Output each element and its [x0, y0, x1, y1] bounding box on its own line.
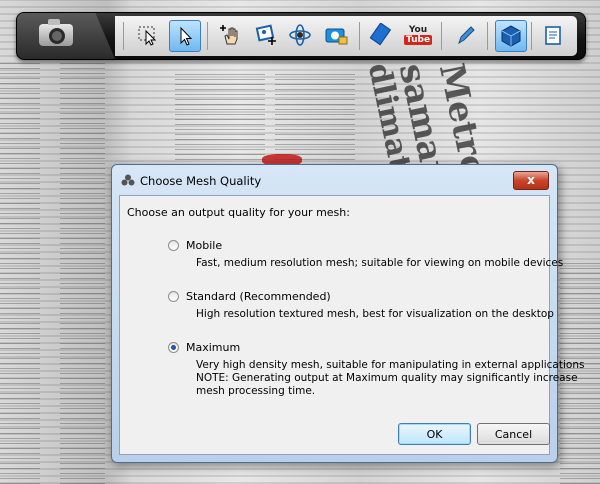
- dialog-titlebar[interactable]: Choose Mesh Quality x: [112, 165, 557, 195]
- text-column: [175, 70, 265, 160]
- cancel-button[interactable]: Cancel: [477, 423, 550, 445]
- text-column: [0, 60, 40, 484]
- pointer-select-icon[interactable]: [169, 20, 201, 52]
- option-label: Maximum: [186, 341, 241, 354]
- option-note: mesh processing time.: [196, 385, 316, 397]
- separator: [359, 22, 360, 50]
- youtube-icon[interactable]: You Tube: [403, 20, 433, 50]
- option-description: Fast, medium resolution mesh; suitable f…: [196, 257, 564, 269]
- option-label: Mobile: [186, 239, 223, 252]
- separator: [487, 22, 488, 50]
- close-button[interactable]: x: [513, 171, 549, 190]
- add-hand-icon[interactable]: [215, 20, 245, 50]
- option-note: NOTE: Generating output at Maximum quali…: [196, 372, 578, 384]
- option-description: High resolution textured mesh, best for …: [196, 308, 554, 320]
- app-logo-icon: [121, 174, 135, 186]
- mesh-quality-dialog: Choose Mesh Quality x Choose an output q…: [111, 164, 584, 463]
- dialog-body: Choose an output quality for your mesh: …: [119, 195, 584, 455]
- camera-icon[interactable]: [39, 19, 73, 46]
- film-icon[interactable]: [367, 20, 397, 50]
- youtube-tube: Tube: [403, 35, 433, 45]
- main-toolbar: You Tube: [16, 12, 586, 60]
- notes-icon[interactable]: [539, 20, 569, 50]
- pen-icon[interactable]: [451, 20, 481, 50]
- dialog-title: Choose Mesh Quality: [140, 174, 262, 188]
- add-photo-icon[interactable]: [251, 20, 281, 50]
- text-column: [60, 60, 105, 484]
- option-description: Very high density mesh, suitable for man…: [196, 359, 585, 371]
- separator: [531, 22, 532, 50]
- tool-strip: You Tube: [115, 16, 577, 56]
- camera-lock-icon[interactable]: [321, 20, 351, 50]
- separator: [207, 22, 208, 50]
- camera-section[interactable]: [17, 13, 115, 59]
- dialog-prompt: Choose an output quality for your mesh:: [127, 206, 350, 219]
- select-rectangle-icon[interactable]: [133, 20, 163, 50]
- orbit-icon[interactable]: [285, 20, 315, 50]
- text-column: [275, 70, 355, 160]
- youtube-text: You: [408, 25, 428, 35]
- close-icon: x: [527, 173, 535, 187]
- radio-mobile[interactable]: [168, 240, 179, 251]
- cube-mesh-icon[interactable]: [495, 20, 527, 52]
- separator: [123, 22, 124, 50]
- ok-button[interactable]: OK: [398, 423, 471, 445]
- radio-standard[interactable]: [168, 291, 179, 302]
- radio-maximum[interactable]: [168, 342, 179, 353]
- option-label: Standard (Recommended): [186, 290, 331, 303]
- separator: [441, 22, 442, 50]
